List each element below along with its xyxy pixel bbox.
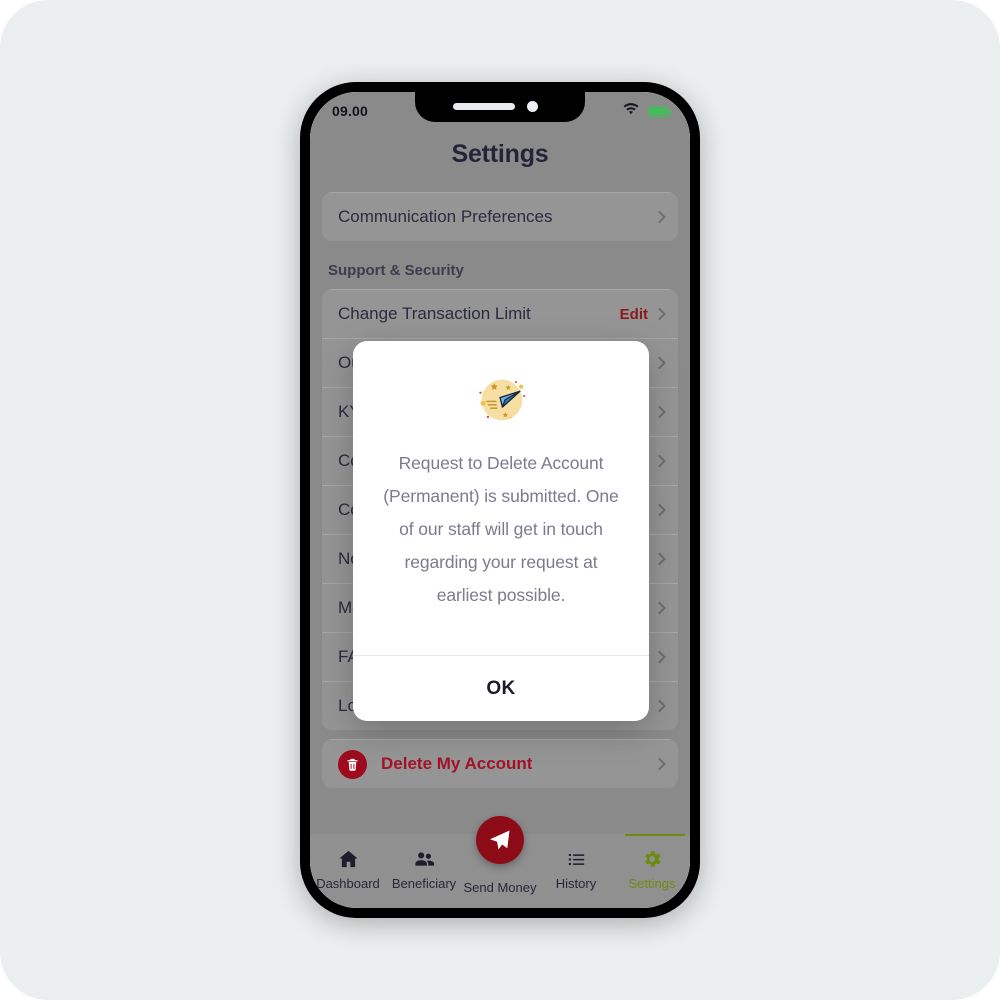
status-indicators [623, 102, 671, 120]
front-camera [527, 101, 538, 112]
list-item-label: Change Transaction Limit [338, 304, 531, 323]
chevron-right-icon [653, 405, 666, 419]
dialog-body: Request to Delete Account (Permanent) is… [353, 341, 649, 655]
tab-history[interactable]: History [538, 834, 614, 891]
chevron-right-icon [653, 210, 666, 224]
tab-label: Beneficiary [391, 876, 457, 891]
ok-button[interactable]: OK [486, 678, 515, 700]
communication-card: Communication Preferences [322, 192, 678, 241]
list-icon [565, 846, 588, 872]
confirmation-dialog: Request to Delete Account (Permanent) is… [353, 341, 649, 721]
send-plane-icon[interactable] [476, 816, 524, 864]
phone-screen: 09.00 Settings Communication Preferences… [310, 92, 690, 908]
page-root: 09.00 Settings Communication Preferences… [0, 0, 1000, 1000]
paper-plane-icon [470, 369, 532, 431]
chevron-right-icon [653, 552, 666, 566]
dialog-message: Request to Delete Account (Permanent) is… [383, 453, 619, 605]
wifi-icon [623, 102, 639, 120]
tab-label: History [555, 876, 597, 891]
gear-icon [641, 846, 663, 872]
dialog-footer: OK [353, 655, 649, 721]
list-item-label: Communication Preferences [338, 207, 553, 226]
chevron-right-icon [653, 356, 666, 370]
battery-icon [648, 105, 671, 117]
chevron-right-icon [653, 650, 666, 664]
list-item[interactable]: Communication Preferences [322, 192, 678, 241]
chevron-right-icon [653, 699, 666, 713]
earpiece-speaker [453, 103, 515, 110]
delete-account-card: Delete My Account [322, 739, 678, 788]
tab-label: Dashboard [316, 876, 380, 891]
delete-my-account-button[interactable]: Delete My Account [322, 739, 678, 788]
people-icon [413, 846, 436, 872]
phone-notch [415, 92, 585, 122]
chevron-right-icon [653, 454, 666, 468]
tab-settings[interactable]: Settings [614, 834, 690, 891]
list-item-label: Delete My Account [381, 754, 533, 773]
home-icon [337, 846, 360, 872]
tab-beneficiary[interactable]: Beneficiary [386, 834, 462, 891]
tab-label: Send Money [463, 880, 537, 895]
tab-label: Settings [628, 876, 676, 891]
bottom-navigation[interactable]: Dashboard Beneficiary Send Money History… [310, 816, 690, 908]
status-clock: 09.00 [332, 103, 369, 119]
section-header: Support & Security [328, 262, 464, 279]
chevron-right-icon [653, 757, 666, 771]
trash-icon [338, 749, 367, 779]
phone-frame: 09.00 Settings Communication Preferences… [300, 82, 700, 918]
chevron-right-icon [653, 601, 666, 615]
page-title: Settings [451, 140, 549, 168]
list-item[interactable]: Change Transaction Limit Edit [322, 289, 678, 338]
tab-send-money[interactable]: Send Money [462, 816, 538, 895]
chevron-right-icon [653, 503, 666, 517]
tab-dashboard[interactable]: Dashboard [310, 834, 386, 891]
